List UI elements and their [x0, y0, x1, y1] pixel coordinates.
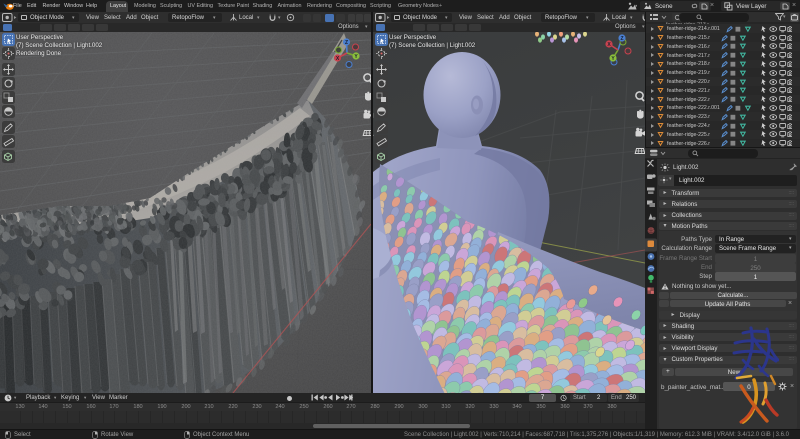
- svg-text:Z: Z: [620, 36, 623, 42]
- svg-text:Z: Z: [345, 40, 348, 46]
